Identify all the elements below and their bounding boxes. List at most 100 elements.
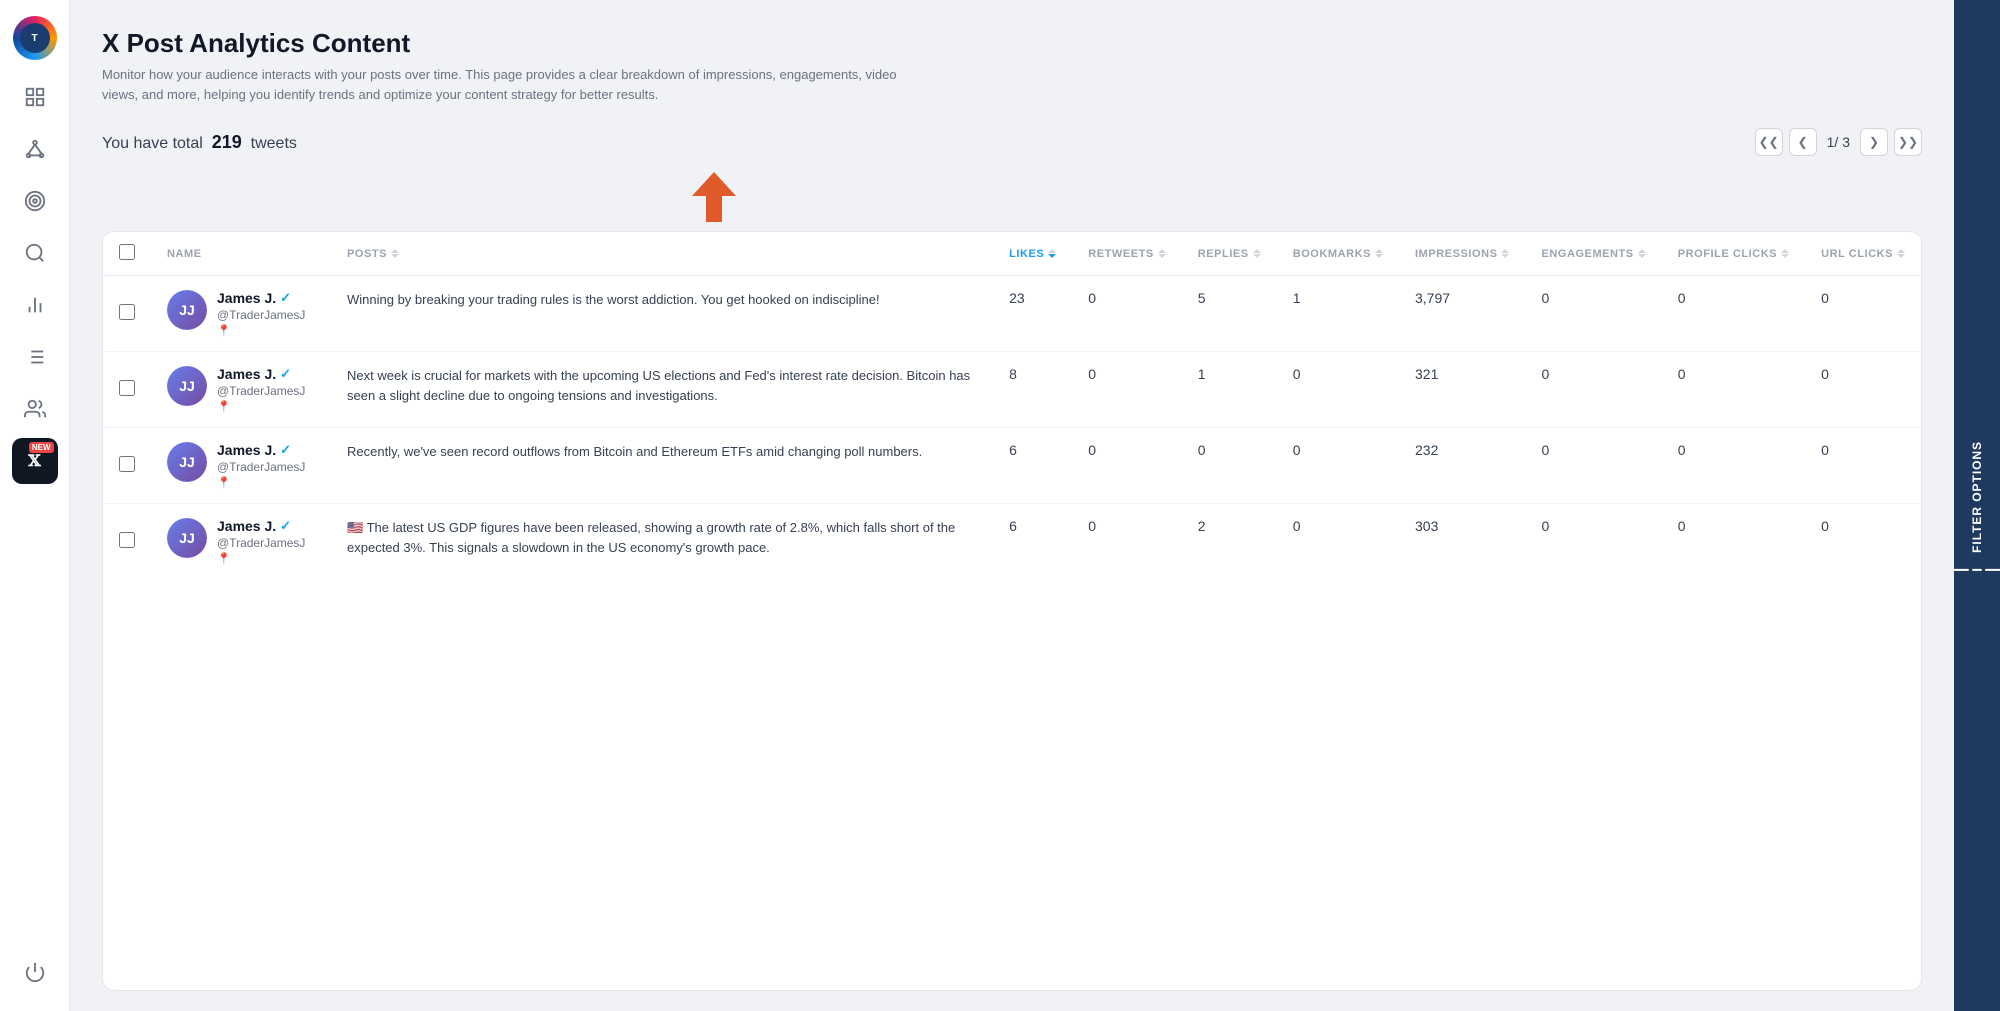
impressions-cell-0: 3,797	[1399, 276, 1525, 352]
analytics-table: NAME POSTS LIKES	[103, 232, 1921, 579]
row-checkbox-2[interactable]	[119, 456, 135, 472]
location-icon-2: 📍	[217, 476, 305, 489]
users-icon	[24, 398, 46, 420]
url-clicks-cell-2: 0	[1805, 428, 1921, 504]
bookmarks-cell-1: 0	[1277, 352, 1399, 428]
post-text-0: Winning by breaking your trading rules i…	[347, 292, 880, 307]
total-prefix: You have total	[102, 135, 203, 152]
posts-sort-icon	[391, 249, 399, 258]
total-count-text: You have total 219 tweets	[102, 132, 297, 153]
sidebar-item-power[interactable]	[12, 949, 58, 995]
th-profile-clicks[interactable]: PROFILE CLICKS	[1662, 232, 1805, 276]
sidebar-item-target[interactable]	[12, 178, 58, 224]
profile-clicks-sort-icon	[1781, 249, 1789, 258]
user-avatar-1: JJ	[167, 366, 207, 406]
row-checkbox-cell[interactable]	[103, 276, 151, 352]
post-cell-2: Recently, we've seen record outflows fro…	[331, 428, 993, 504]
replies-sort-icon	[1253, 249, 1261, 258]
sidebar-item-search[interactable]	[12, 230, 58, 276]
th-likes[interactable]: LIKES	[993, 232, 1072, 276]
url-clicks-cell-1: 0	[1805, 352, 1921, 428]
th-impressions[interactable]: IMPRESSIONS	[1399, 232, 1525, 276]
user-name-3: James J. ✓	[217, 518, 305, 534]
retweets-cell-0: 0	[1072, 276, 1182, 352]
data-table-container: NAME POSTS LIKES	[102, 231, 1922, 991]
profile-clicks-cell-1: 0	[1662, 352, 1805, 428]
row-checkbox-1[interactable]	[119, 380, 135, 396]
user-cell-3: JJ James J. ✓ @TraderJamesJ 📍	[151, 504, 331, 580]
network-icon	[24, 138, 46, 160]
retweets-sort-icon	[1158, 249, 1166, 258]
sidebar-item-users[interactable]	[12, 386, 58, 432]
row-checkbox-3[interactable]	[119, 532, 135, 548]
replies-cell-2: 0	[1182, 428, 1277, 504]
user-cell-2: JJ James J. ✓ @TraderJamesJ 📍	[151, 428, 331, 504]
table-row: JJ James J. ✓ @TraderJamesJ 📍 🇺🇸 The lat…	[103, 504, 1921, 580]
impressions-cell-2: 232	[1399, 428, 1525, 504]
post-cell-3: 🇺🇸 The latest US GDP figures have been r…	[331, 504, 993, 580]
x-icon: 𝕏	[28, 451, 40, 471]
th-replies[interactable]: REPLIES	[1182, 232, 1277, 276]
engagements-sort-icon	[1638, 249, 1646, 258]
engagements-cell-0: 0	[1525, 276, 1661, 352]
new-badge: NEW	[29, 442, 54, 453]
th-checkbox[interactable]	[103, 232, 151, 276]
likes-cell-1: 8	[993, 352, 1072, 428]
impressions-cell-3: 303	[1399, 504, 1525, 580]
location-icon-0: 📍	[217, 324, 305, 337]
pagination-first-button[interactable]: ❮❮	[1755, 128, 1783, 156]
row-checkbox-cell[interactable]	[103, 352, 151, 428]
verified-badge: ✓	[280, 518, 291, 534]
replies-cell-3: 2	[1182, 504, 1277, 580]
th-posts[interactable]: POSTS	[331, 232, 993, 276]
user-name-2: James J. ✓	[217, 442, 305, 458]
sidebar-item-network[interactable]	[12, 126, 58, 172]
pagination-next-button[interactable]: ❯	[1860, 128, 1888, 156]
sidebar-item-list[interactable]	[12, 334, 58, 380]
sidebar-item-analytics[interactable]	[12, 282, 58, 328]
replies-cell-0: 5	[1182, 276, 1277, 352]
filter-options-panel[interactable]: FILTER OPTIONS	[1954, 0, 2000, 1011]
url-clicks-sort-icon	[1897, 249, 1905, 258]
post-text-1: Next week is crucial for markets with th…	[347, 368, 970, 403]
verified-badge: ✓	[280, 366, 291, 382]
row-checkbox-cell[interactable]	[103, 428, 151, 504]
retweets-cell-1: 0	[1072, 352, 1182, 428]
sidebar-top: T	[0, 16, 69, 484]
bar-chart-icon	[24, 294, 46, 316]
engagements-cell-1: 0	[1525, 352, 1661, 428]
retweets-cell-2: 0	[1072, 428, 1182, 504]
th-bookmarks[interactable]: BOOKMARKS	[1277, 232, 1399, 276]
url-clicks-cell-3: 0	[1805, 504, 1921, 580]
total-row: You have total 219 tweets ❮❮ ❮ 1/ 3 ❯ ❯❯	[102, 128, 1922, 156]
url-clicks-cell-0: 0	[1805, 276, 1921, 352]
user-avatar-0: JJ	[167, 290, 207, 330]
table-row: JJ James J. ✓ @TraderJamesJ 📍 Winning by…	[103, 276, 1921, 352]
post-text-3: 🇺🇸 The latest US GDP figures have been r…	[347, 520, 955, 555]
th-retweets[interactable]: RETWEETS	[1072, 232, 1182, 276]
engagements-cell-2: 0	[1525, 428, 1661, 504]
post-cell-1: Next week is crucial for markets with th…	[331, 352, 993, 428]
th-name[interactable]: NAME	[151, 232, 331, 276]
profile-clicks-cell-3: 0	[1662, 504, 1805, 580]
bookmarks-cell-0: 1	[1277, 276, 1399, 352]
sidebar: T	[0, 0, 70, 1011]
row-checkbox-0[interactable]	[119, 304, 135, 320]
profile-clicks-cell-0: 0	[1662, 276, 1805, 352]
likes-cell-3: 6	[993, 504, 1072, 580]
pagination-last-button[interactable]: ❯❯	[1894, 128, 1922, 156]
th-engagements[interactable]: ENGAGEMENTS	[1525, 232, 1661, 276]
sidebar-bottom	[0, 949, 69, 995]
replies-cell-1: 1	[1182, 352, 1277, 428]
sidebar-item-dashboard[interactable]	[12, 74, 58, 120]
grid-icon	[24, 86, 46, 108]
post-cell-0: Winning by breaking your trading rules i…	[331, 276, 993, 352]
power-icon	[24, 961, 46, 983]
pagination-prev-button[interactable]: ❮	[1789, 128, 1817, 156]
th-url-clicks[interactable]: URL CLICKS	[1805, 232, 1921, 276]
profile-clicks-cell-2: 0	[1662, 428, 1805, 504]
row-checkbox-cell[interactable]	[103, 504, 151, 580]
user-cell-1: JJ James J. ✓ @TraderJamesJ 📍	[151, 352, 331, 428]
sidebar-item-x-post[interactable]: NEW 𝕏	[12, 438, 58, 484]
select-all-checkbox[interactable]	[119, 244, 135, 260]
